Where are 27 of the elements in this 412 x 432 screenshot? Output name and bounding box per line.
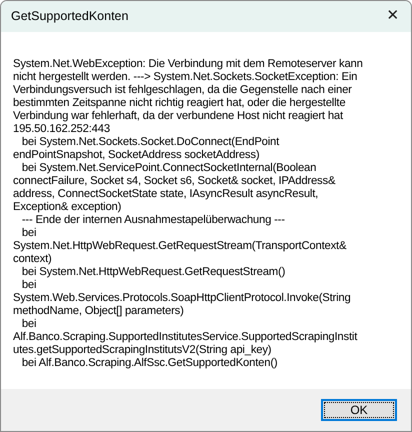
message-line: Exception& exception) — [13, 201, 122, 214]
message-line: bestimmten Zeitspanne nicht richtig reagiert hat, oder die hergestellte — [13, 97, 346, 110]
message-line: --- Ende der internen Ausnahmestapelüberwachung --- — [20, 214, 286, 227]
close-button[interactable]: ✕ — [375, 1, 411, 32]
message-line: System.Net.HttpWebRequest.GetRequestStream(TransportContext& — [13, 240, 348, 253]
message-line: bei System.Net.HttpWebRequest.GetRequestStream() — [20, 266, 286, 279]
message-line: bei System.Net.ServicePoint.ConnectSocketInternal(Boolean — [20, 162, 318, 175]
message-line: Alf.Banco.Scraping.SupportedInstitutesService.SupportedScrapingInstit — [13, 331, 358, 344]
message-line: utes.getSupportedScrapingInstitutsV2(String api_key) — [13, 344, 272, 357]
message-line: System.Net.WebException: Die Verbindung mit dem Remoteserver kann — [13, 58, 364, 71]
message-line: endPointSnapshot, SocketAddress socketAddress) — [13, 149, 260, 162]
message-line: context) — [13, 253, 53, 266]
ok-button[interactable]: OK — [321, 399, 397, 421]
message-line: Verbindung war fehlerhaft, da der verbundene Host nicht reagiert hat — [13, 110, 344, 123]
message-line: nicht hergestellt werden. ---> System.Net.Sockets.SocketException: Ein — [13, 71, 358, 84]
message-line: bei System.Net.Sockets.Socket.DoConnect(EndPoint — [20, 136, 280, 149]
message-line: bei — [20, 318, 38, 331]
message-line: methodName, Object[] parameters) — [13, 305, 185, 318]
message-line: 195.50.162.252:443 — [13, 123, 111, 136]
message-line: address, ConnectSocketState state, IAsyncResult asyncResult, — [13, 188, 320, 201]
message-line: bei — [20, 227, 38, 240]
window-title: GetSupportedKonten — [11, 8, 128, 26]
message-line: connectFailure, Socket s4, Socket s6, Socket& socket, IPAddress& — [13, 175, 336, 188]
message-line: bei Alf.Banco.Scraping.AlfSsc.GetSupportedKonten() — [20, 357, 278, 370]
message-line: System.Web.Services.Protocols.SoapHttpClientProtocol.Invoke(String — [13, 292, 352, 305]
message-line: bei — [20, 279, 38, 292]
message-line: Verbindungsversuch ist fehlgeschlagen, da die Gegenstelle nach einer — [13, 84, 353, 97]
